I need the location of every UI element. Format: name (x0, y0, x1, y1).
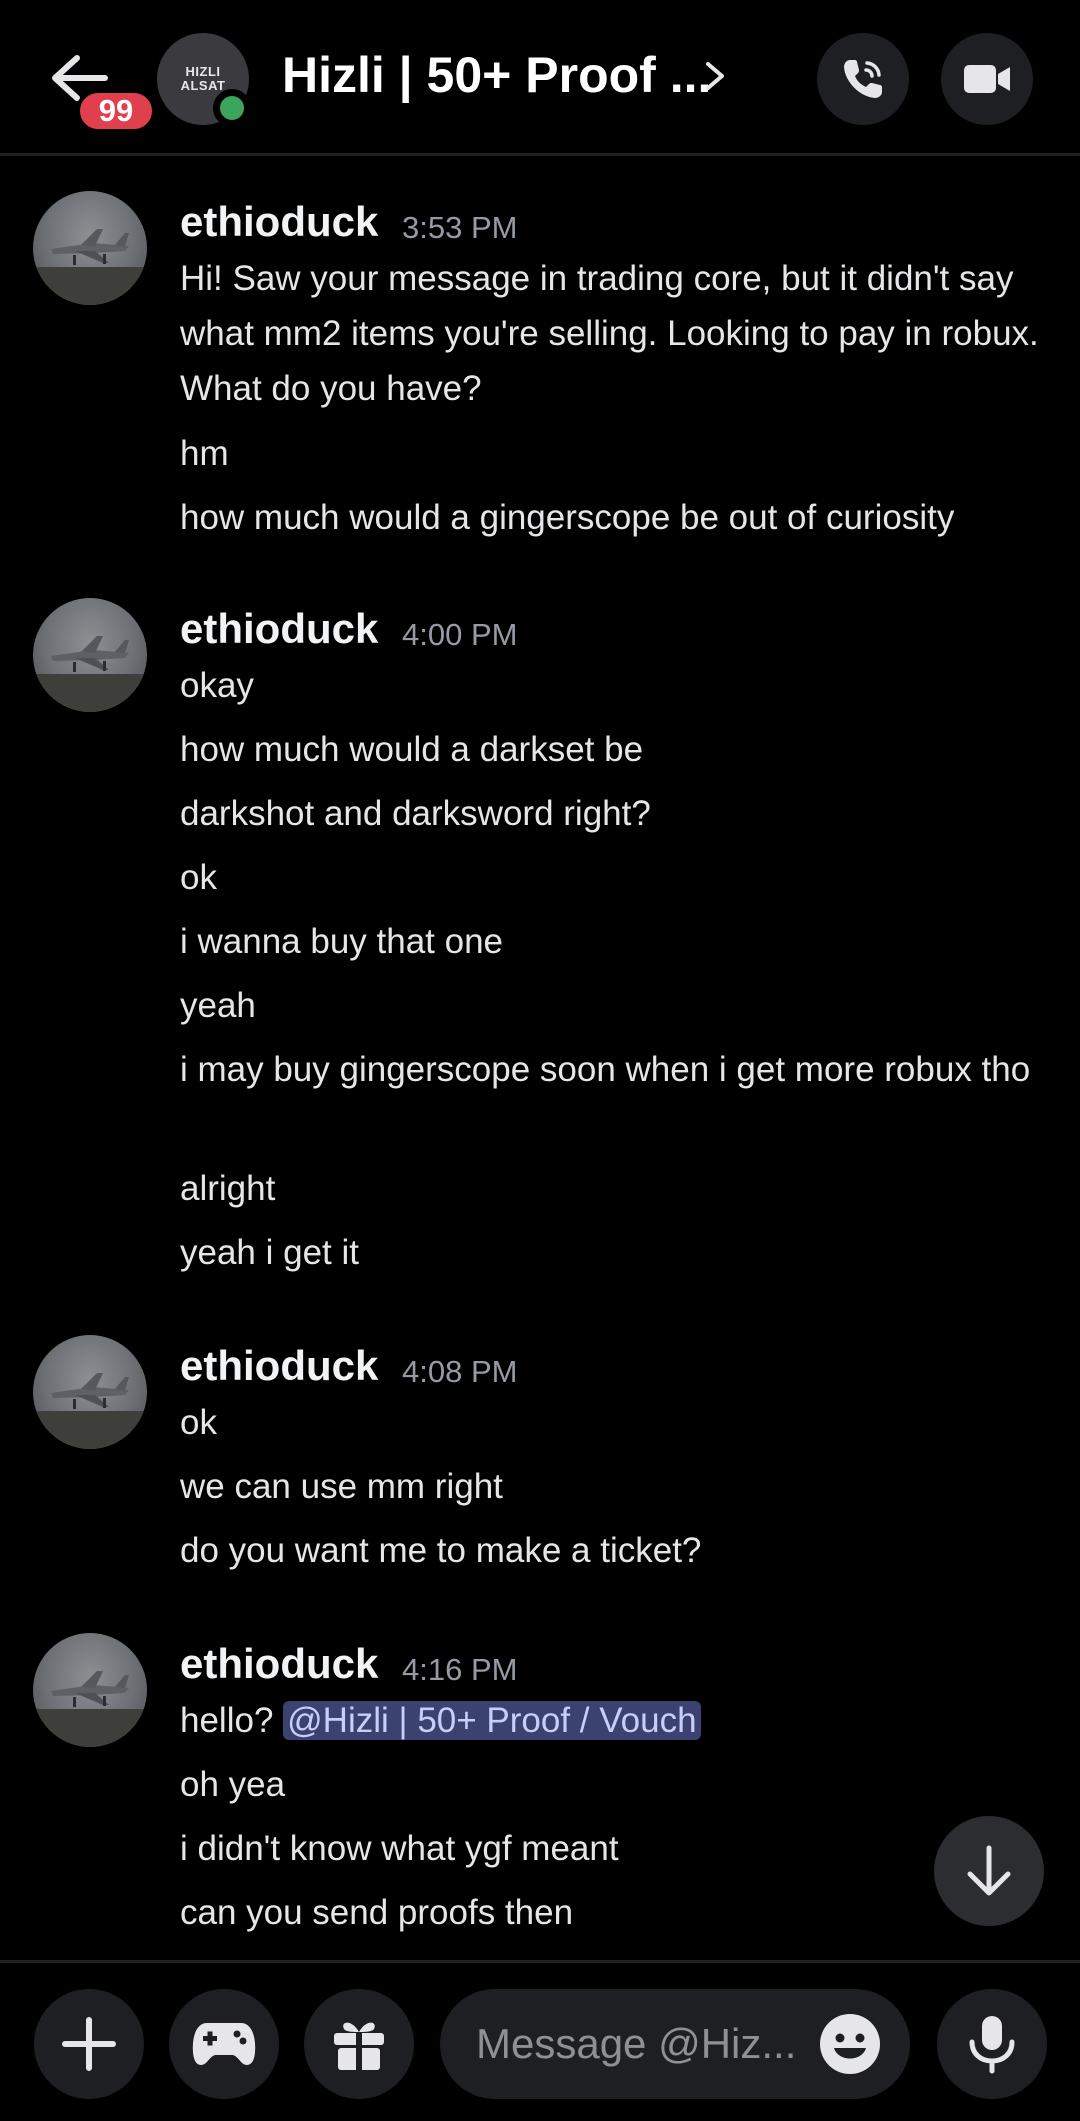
user-mention[interactable]: @Hizli | 50+ Proof / Vouch (283, 1701, 701, 1740)
message-text[interactable]: darkshot and darksword right? (180, 786, 1040, 841)
message-text[interactable]: can you send proofs then (180, 1885, 1040, 1940)
message-author[interactable]: ethioduck (180, 198, 378, 246)
message-text[interactable]: okay (180, 658, 1040, 713)
message-timestamp: 4:16 PM (402, 1652, 518, 1687)
video-call-button[interactable] (941, 33, 1033, 125)
online-status-dot (213, 89, 251, 127)
message-author[interactable]: ethioduck (180, 605, 378, 653)
message-text[interactable]: alright (180, 1161, 1040, 1216)
message-timestamp: 4:00 PM (402, 617, 518, 652)
phone-icon (844, 60, 882, 98)
avatar-logo-line2: ALSAT (180, 78, 226, 93)
jet-image (33, 636, 147, 712)
add-attachment-button[interactable] (34, 1989, 144, 2099)
message-author[interactable]: ethioduck (180, 1342, 378, 1390)
message-text[interactable]: i may buy gingerscope soon when i get mo… (180, 1042, 1040, 1097)
gift-icon (334, 2022, 384, 2070)
message-composer[interactable] (440, 1989, 910, 2099)
chevron-right-icon[interactable] (700, 56, 730, 96)
message-timestamp: 3:53 PM (402, 210, 518, 245)
message-text[interactable]: yeah i get it (180, 1225, 1040, 1280)
jump-to-bottom-button[interactable] (934, 1816, 1044, 1926)
message-text[interactable]: yeah (180, 978, 1040, 1033)
message-author[interactable]: ethioduck (180, 1640, 378, 1688)
user-avatar[interactable] (33, 191, 147, 305)
message-text[interactable]: oh yea (180, 1757, 1040, 1812)
message-text[interactable]: i didn't know what ygf meant (180, 1821, 1040, 1876)
unread-badge: 99 (76, 89, 156, 133)
voice-call-button[interactable] (817, 33, 909, 125)
message-text[interactable]: hm (180, 426, 1040, 481)
emoji-icon[interactable] (818, 2012, 882, 2076)
video-camera-icon (964, 65, 1010, 93)
message-text[interactable]: hello? @Hizli | 50+ Proof / Vouch (180, 1693, 1040, 1748)
voice-message-button[interactable] (937, 1989, 1047, 2099)
message-text[interactable]: how much would a darkset be (180, 722, 1040, 777)
chat-header: 99 HIZLI ALSAT Hizli | 50+ Proof ... (0, 0, 1080, 156)
activities-button[interactable] (169, 1989, 279, 2099)
message-text[interactable]: Hi! Saw your message in trading core, bu… (180, 251, 1040, 416)
composer-bar (0, 1960, 1080, 2121)
user-avatar[interactable] (33, 1633, 147, 1747)
message-text[interactable]: ok (180, 850, 1040, 905)
message-text-part: hello? (180, 1701, 274, 1740)
message-list: ethioduck 3:53 PM Hi! Saw your message i… (0, 160, 1080, 1960)
gift-button[interactable] (304, 1989, 414, 2099)
microphone-icon (969, 2016, 1015, 2074)
message-text[interactable]: do you want me to make a ticket? (180, 1523, 1040, 1578)
arrow-down-icon (967, 1845, 1011, 1896)
plus-icon (62, 2017, 116, 2071)
dm-title[interactable]: Hizli | 50+ Proof ... (282, 46, 711, 104)
user-avatar[interactable] (33, 598, 147, 712)
message-input[interactable] (476, 2020, 806, 2068)
gamepad-icon (192, 2023, 256, 2065)
message-timestamp: 4:08 PM (402, 1354, 518, 1389)
avatar-logo-line1: HIZLI (185, 64, 221, 79)
message-text[interactable]: how much would a gingerscope be out of c… (180, 490, 1040, 545)
message-text[interactable]: i wanna buy that one (180, 914, 1040, 969)
message-text[interactable]: we can use mm right (180, 1459, 1040, 1514)
jet-image (33, 1373, 147, 1449)
jet-image (33, 1671, 147, 1747)
jet-image (33, 229, 147, 305)
message-text[interactable]: ok (180, 1395, 1040, 1450)
user-avatar[interactable] (33, 1335, 147, 1449)
